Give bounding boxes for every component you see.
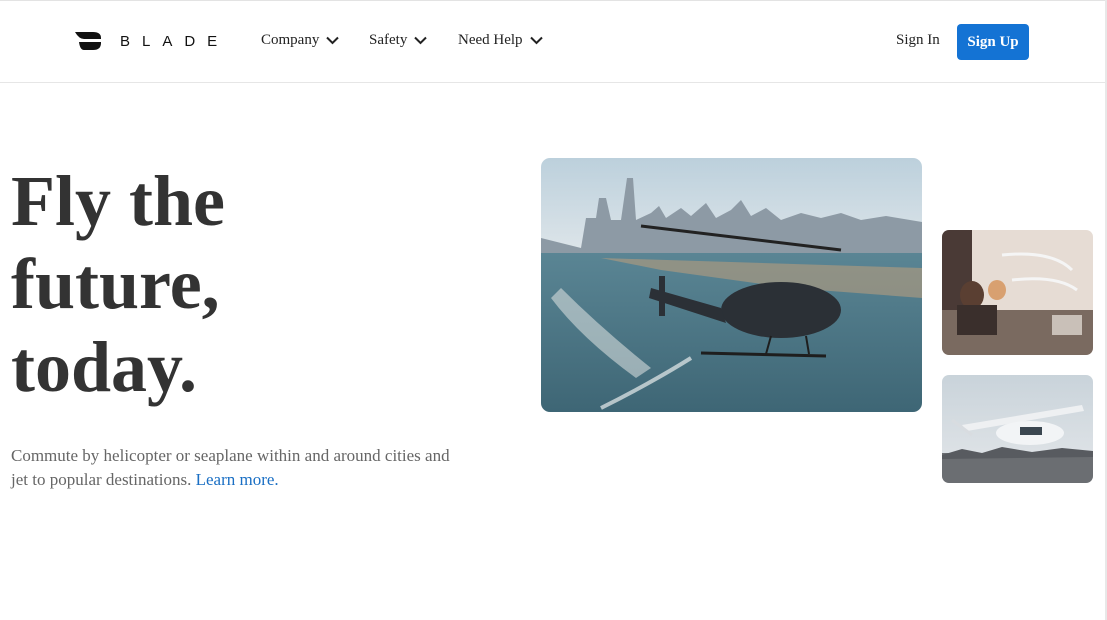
nav-safety-label: Safety [369,32,408,48]
lounge-photo [942,230,1093,355]
learn-more-link[interactable]: Learn more. [196,470,279,489]
headline-line: today. [11,327,198,407]
brand-logo[interactable]: BLADE [75,30,229,52]
sign-in-link[interactable]: Sign In [896,32,940,49]
evtol-aircraft-photo [942,375,1093,483]
nav-company[interactable]: Company [261,32,340,49]
helicopter-photo [541,158,922,412]
nav-company-label: Company [261,32,320,48]
nav-need-help[interactable]: Need Help [458,32,543,49]
chevron-down-icon [414,36,428,45]
sign-up-button[interactable]: Sign Up [957,24,1029,60]
nav-need-help-label: Need Help [458,32,523,48]
blade-logo-icon [75,32,101,50]
headline-line: Fly the [11,161,225,241]
nav-safety[interactable]: Safety [369,32,428,49]
header: BLADE Company Safety Need Help Sign In S… [0,0,1107,83]
headline-line: future, [11,244,220,324]
hero-description: Commute by helicopter or seaplane within… [11,444,461,492]
hero-headline: Fly the future, today. [11,160,225,409]
chevron-down-icon [529,36,543,45]
brand-name: BLADE [120,32,230,50]
chevron-down-icon [326,36,340,45]
